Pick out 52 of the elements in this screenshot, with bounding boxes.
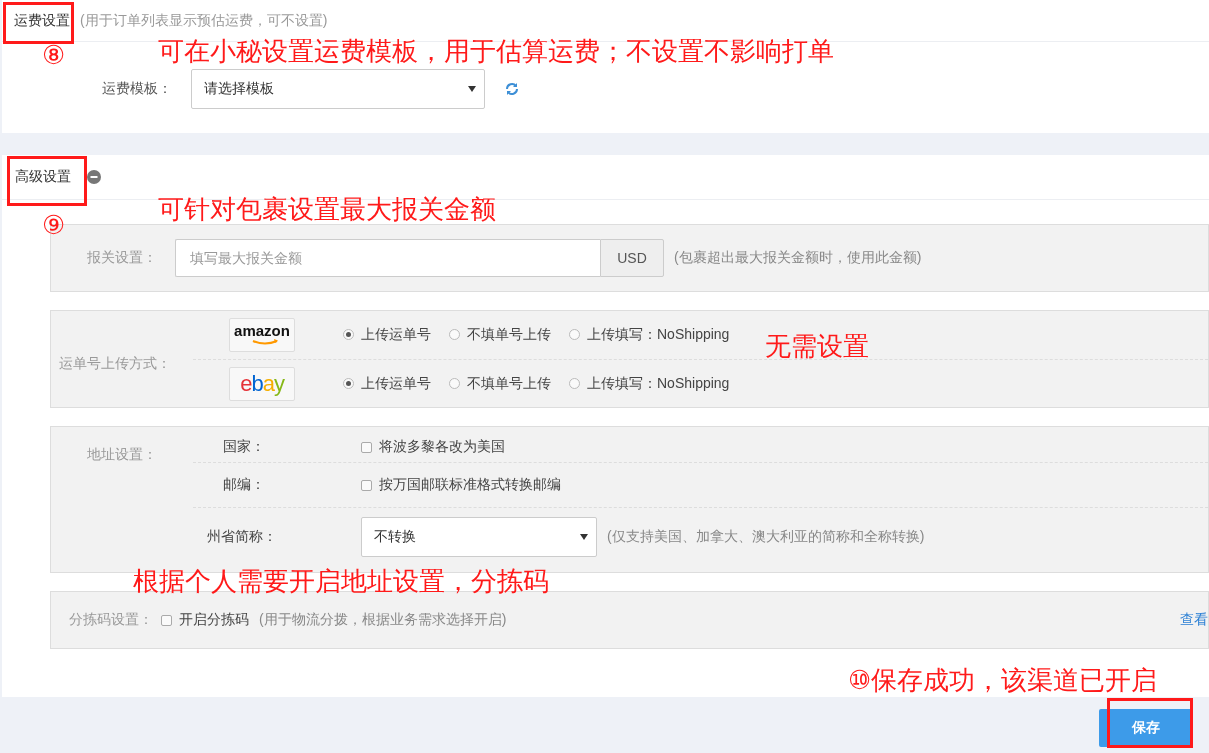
radio-button[interactable] xyxy=(343,329,354,340)
collapse-icon[interactable] xyxy=(87,170,101,184)
field-label: 邮编： xyxy=(222,476,266,494)
currency-addon: USD xyxy=(600,239,664,277)
radio-button[interactable] xyxy=(449,378,460,389)
radio-option[interactable]: 不填单号上传 xyxy=(449,374,551,393)
amount-input[interactable]: 填写最大报关金额 xyxy=(175,239,600,277)
annotation-text: 无需设置 xyxy=(765,333,869,359)
view-link[interactable]: 查看 xyxy=(1180,611,1208,629)
checkbox[interactable] xyxy=(161,614,172,626)
checkbox-option[interactable]: 按万国邮联标准格式转换邮编 xyxy=(361,476,561,494)
radio-option[interactable]: 上传运单号 xyxy=(343,325,431,344)
annotation-text: 可在小秘设置运费模板，用于估算运费；不设置不影响打单 xyxy=(158,38,834,64)
smile-arrow-icon xyxy=(251,338,279,345)
annotation-text: ⑨ xyxy=(42,212,66,238)
radio-option[interactable]: 不填单号上传 xyxy=(449,325,551,344)
refresh-icon[interactable] xyxy=(504,81,520,97)
checkbox-option[interactable]: 将波多黎各改为美国 xyxy=(361,438,505,456)
state-dropdown[interactable]: 不转换 xyxy=(361,517,597,557)
section-hint: (用于订单列表显示预估运费，可不设置) xyxy=(80,11,328,30)
field-hint: (仅支持美国、加拿大、澳大利亚的简称和全称转换) xyxy=(607,528,925,546)
field-label: 州省简称： xyxy=(206,528,278,546)
annotation-text: ⑩保存成功，该渠道已开启 xyxy=(848,667,1158,693)
checkbox[interactable] xyxy=(361,479,372,491)
radio-option[interactable]: 上传填写：NoShipping xyxy=(569,374,730,393)
field-label: 分拣码设置： xyxy=(68,611,154,629)
template-dropdown[interactable]: 请选择模板 xyxy=(191,69,485,109)
annotation-text: 可针对包裹设置最大报关金额 xyxy=(158,196,496,222)
caret-icon xyxy=(468,86,476,92)
caret-icon xyxy=(580,534,588,540)
field-hint: (用于物流分拨，根据业务需求选择开启) xyxy=(259,611,507,629)
annotation-text: 根据个人需要开启地址设置，分拣码 xyxy=(133,568,549,594)
field-hint: (包裹超出最大报关金额时，使用此金额) xyxy=(674,249,922,267)
radio-button[interactable] xyxy=(569,329,580,340)
field-label: 地址设置： xyxy=(86,445,158,464)
radio-button[interactable] xyxy=(449,329,460,340)
radio-option[interactable]: 上传填写：NoShipping xyxy=(569,325,730,344)
section-title: 高级设置 xyxy=(15,168,71,186)
checkbox-option[interactable]: 开启分拣码 xyxy=(161,611,249,629)
radio-option[interactable]: 上传运单号 xyxy=(343,374,431,393)
field-label: 运单号上传方式： xyxy=(58,355,172,373)
platform-logo: amazon xyxy=(229,317,295,352)
platform-logo: ebay xyxy=(229,366,295,401)
checkbox[interactable] xyxy=(361,441,372,453)
annotation-text: ⑧ xyxy=(42,42,66,68)
field-label: 报关设置： xyxy=(86,249,158,267)
radio-button[interactable] xyxy=(343,378,354,389)
field-label: 国家： xyxy=(222,438,266,456)
radio-button[interactable] xyxy=(569,378,580,389)
section-title: 运费设置 xyxy=(14,11,70,30)
field-label: 运费模板： xyxy=(102,80,173,98)
highlight-frame xyxy=(3,2,74,44)
